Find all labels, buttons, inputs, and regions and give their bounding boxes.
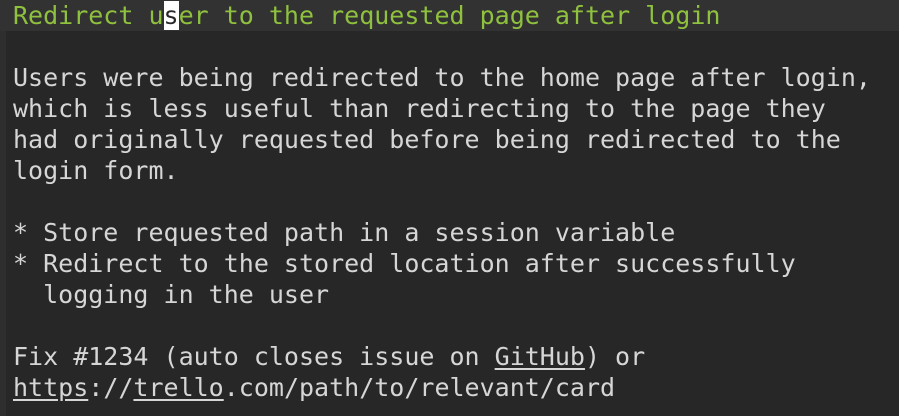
footer-url-line: https://trello.com/path/to/relevant/card: [13, 372, 899, 403]
footer-fix-line: Fix #1234 (auto closes issue on GitHub) …: [13, 341, 899, 372]
editor-lines[interactable]: Redirect user to the requested page afte…: [0, 0, 899, 403]
fix-suffix-text: ) or: [584, 342, 646, 371]
github-link[interactable]: GitHub: [495, 342, 585, 371]
body-line: login form.: [13, 156, 179, 185]
body-line: which is less useful than redirecting to…: [13, 94, 826, 123]
body-line: Users were being redirected to the home …: [13, 63, 871, 92]
url-path: .com/path/to/relevant/card: [223, 373, 616, 402]
subject-line[interactable]: Redirect user to the requested page afte…: [0, 0, 899, 31]
subject-text-after-cursor: er to the requested page after login: [178, 1, 721, 30]
subject-text-before-cursor: Redirect u: [13, 1, 164, 30]
body-line: had originally requested before being re…: [13, 125, 841, 154]
bullet-line: logging in the user: [13, 280, 330, 309]
text-cursor: s: [163, 1, 179, 30]
url-host-link[interactable]: trello: [133, 373, 223, 402]
bullet-line: * Redirect to the stored location after …: [13, 249, 796, 278]
bullet-line: * Store requested path in a session vari…: [13, 218, 676, 247]
fix-reference-text: Fix #1234 (auto closes issue on: [13, 342, 495, 371]
commit-message-editor[interactable]: Redirect user to the requested page afte…: [0, 0, 899, 416]
url-separator: ://: [88, 373, 134, 402]
editor-gutter: [0, 0, 6, 416]
url-scheme-link[interactable]: https: [13, 373, 88, 402]
